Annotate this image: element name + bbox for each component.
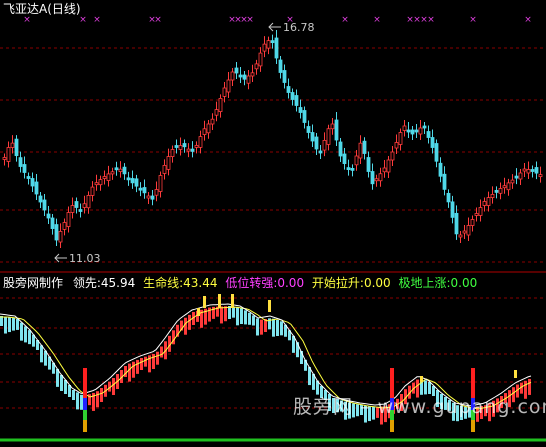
period-label: (日线) (47, 2, 81, 16)
indicator-grid (0, 297, 546, 409)
svg-text:×: × (469, 15, 477, 25)
svg-text:×: × (524, 15, 532, 25)
stock-name: 飞亚达A (3, 2, 48, 16)
legend-polar-rise: 极地上涨:0.00 (398, 276, 478, 290)
svg-text:×: × (341, 15, 349, 25)
chart-title: 飞亚达A(日线) (3, 2, 81, 16)
svg-text:×: × (23, 15, 31, 25)
svg-text:×: × (427, 15, 435, 25)
svg-text:×: × (154, 15, 162, 25)
svg-text:×: × (79, 15, 87, 25)
svg-text:×: × (246, 15, 254, 25)
svg-text:×: × (93, 15, 101, 25)
legend-start-rally: 开始拉升:0.00 (311, 276, 391, 290)
svg-text:×: × (373, 15, 381, 25)
low-annotation (54, 253, 67, 263)
marker-row: × × × ×× ×××× × × × × × × × × × (23, 15, 532, 25)
high-annotation (268, 22, 281, 32)
legend-lead: 领先:45.94 (72, 276, 136, 290)
legend-lifeline: 生命线:43.44 (143, 276, 218, 290)
high-price-label: 16.78 (283, 21, 315, 34)
indicator-legend: 股旁网制作 领先:45.94 生命线:43.44 低位转强:0.00 开始拉升:… (3, 276, 477, 290)
candlestick-series (2, 30, 543, 248)
chart-canvas: × × × ×× ×××× × × × × × × × × × (0, 15, 546, 442)
indicator-name: 股旁网制作 (3, 276, 64, 290)
low-price-label: 11.03 (69, 252, 101, 265)
watermark: 股旁网 – www.gupang.com (293, 396, 546, 418)
indicator-lines (0, 303, 532, 410)
legend-low-turn-strong: 低位转强:0.00 (225, 276, 305, 290)
